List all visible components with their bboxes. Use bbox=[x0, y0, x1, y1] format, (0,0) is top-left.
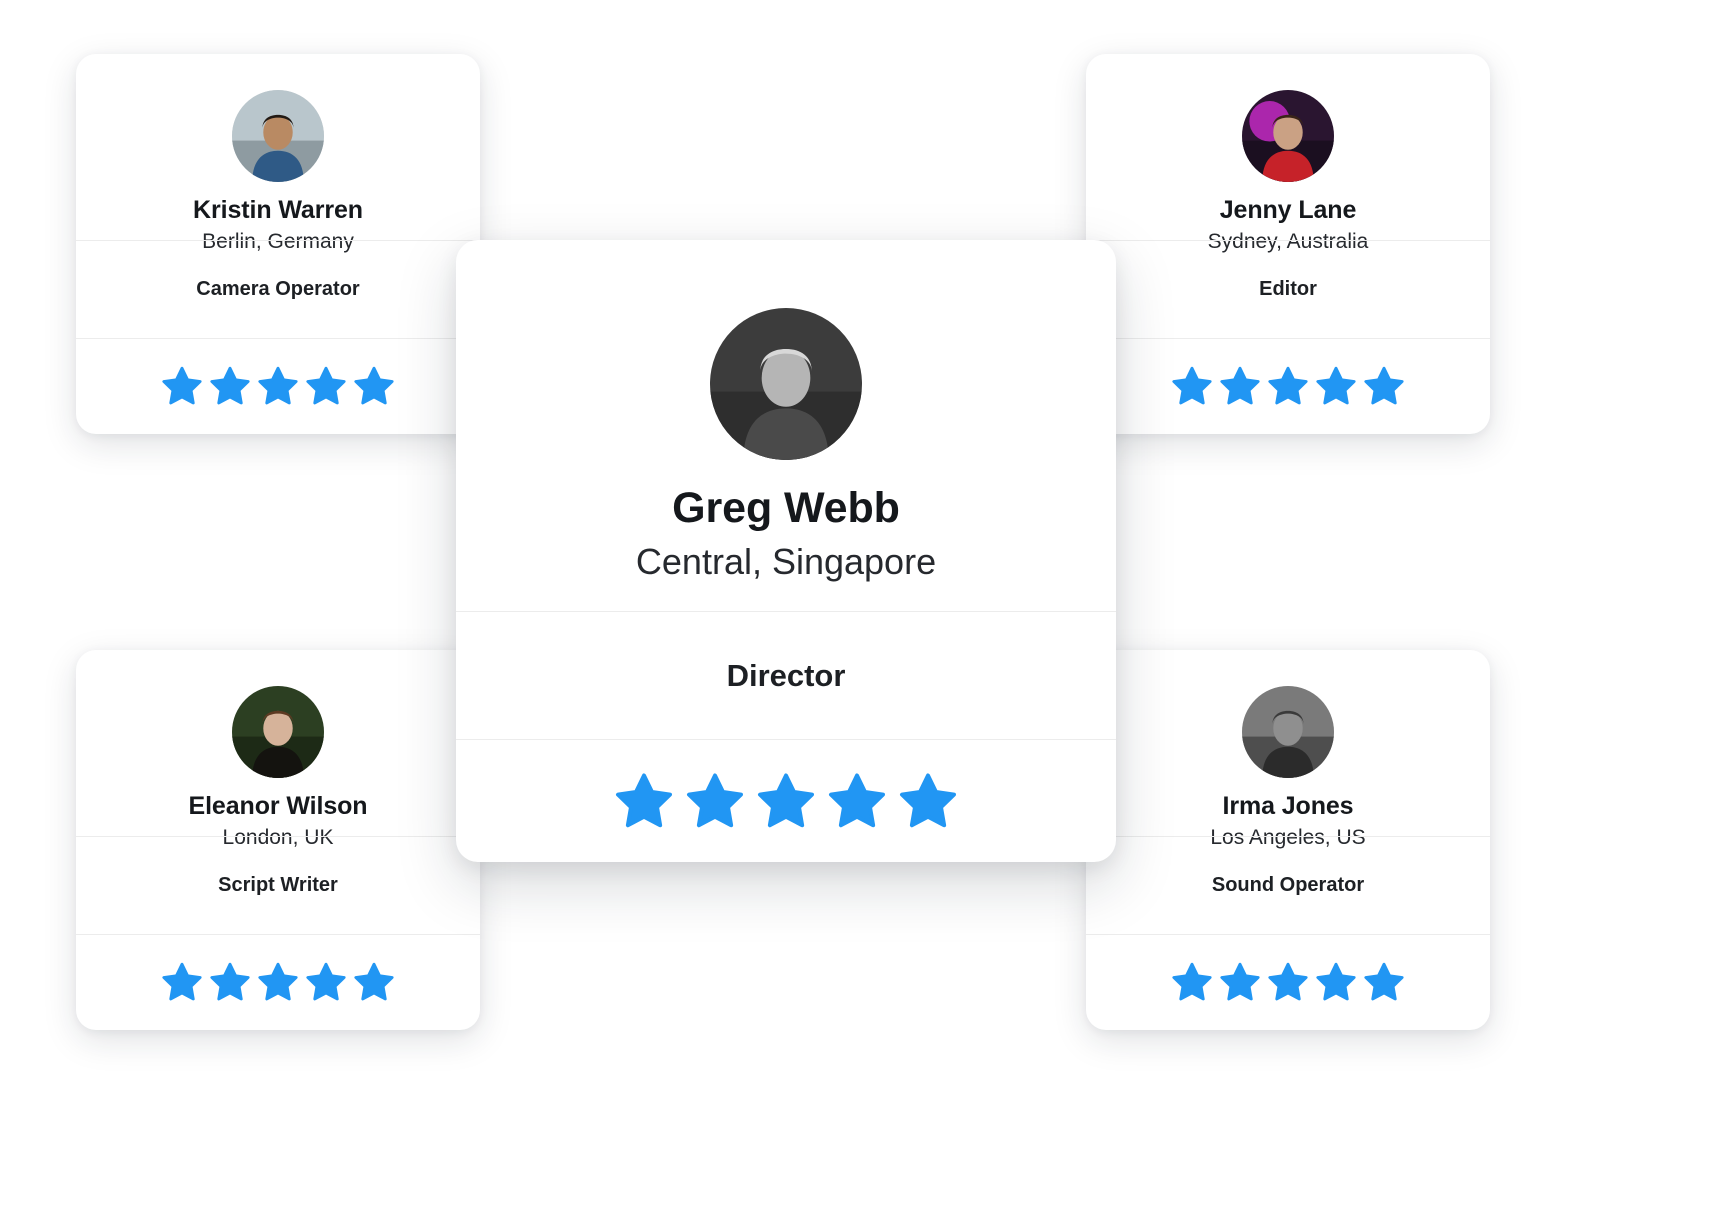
card-header: Greg Webb Central, Singapore bbox=[456, 240, 1116, 611]
star-filled-icon[interactable] bbox=[257, 961, 299, 1003]
person-role: Script Writer bbox=[218, 873, 338, 896]
person-role: Sound Operator bbox=[1211, 873, 1365, 896]
star-filled-icon[interactable] bbox=[353, 961, 395, 1003]
star-filled-icon[interactable] bbox=[305, 961, 347, 1003]
avatar-photo bbox=[232, 686, 324, 778]
person-role: Editor bbox=[1259, 277, 1317, 300]
rating-stars[interactable] bbox=[76, 935, 480, 1031]
star-filled-icon[interactable] bbox=[1219, 961, 1261, 1003]
avatar-photo bbox=[1242, 90, 1334, 182]
avatar-photo bbox=[1242, 686, 1334, 778]
role-row: Editor bbox=[1086, 241, 1490, 338]
profile-card-eleanor-wilson[interactable]: Eleanor Wilson London, UK Script Writer bbox=[76, 650, 480, 1030]
person-name: Eleanor Wilson bbox=[188, 792, 368, 820]
rating-stars[interactable] bbox=[76, 339, 480, 435]
star-filled-icon[interactable] bbox=[1363, 961, 1405, 1003]
role-row: Script Writer bbox=[76, 837, 480, 934]
star-filled-icon[interactable] bbox=[209, 961, 251, 1003]
avatar bbox=[232, 686, 324, 778]
card-header: Eleanor Wilson London, UK bbox=[76, 650, 480, 849]
avatar bbox=[710, 308, 862, 460]
avatar bbox=[232, 90, 324, 182]
avatar-photo bbox=[710, 308, 862, 460]
person-name: Greg Webb bbox=[672, 484, 900, 532]
star-filled-icon[interactable] bbox=[1267, 365, 1309, 407]
star-filled-icon[interactable] bbox=[209, 365, 251, 407]
person-name: Kristin Warren bbox=[193, 196, 363, 224]
person-location: Central, Singapore bbox=[635, 541, 937, 582]
person-role: Director bbox=[726, 657, 846, 693]
role-row: Camera Operator bbox=[76, 241, 480, 338]
star-filled-icon[interactable] bbox=[1267, 961, 1309, 1003]
star-filled-icon[interactable] bbox=[305, 365, 347, 407]
rating-stars[interactable] bbox=[456, 740, 1116, 862]
star-filled-icon[interactable] bbox=[161, 365, 203, 407]
avatar-photo bbox=[232, 90, 324, 182]
star-filled-icon[interactable] bbox=[1315, 365, 1357, 407]
star-filled-icon[interactable] bbox=[1171, 961, 1213, 1003]
star-filled-icon[interactable] bbox=[827, 771, 887, 831]
profile-card-irma-jones[interactable]: Irma Jones Los Angeles, US Sound Operato… bbox=[1086, 650, 1490, 1030]
star-filled-icon[interactable] bbox=[1219, 365, 1261, 407]
rating-stars[interactable] bbox=[1086, 935, 1490, 1031]
star-filled-icon[interactable] bbox=[614, 771, 674, 831]
rating-stars[interactable] bbox=[1086, 339, 1490, 435]
card-header: Jenny Lane Sydney, Australia bbox=[1086, 54, 1490, 253]
star-filled-icon[interactable] bbox=[756, 771, 816, 831]
star-filled-icon[interactable] bbox=[685, 771, 745, 831]
card-header: Kristin Warren Berlin, Germany bbox=[76, 54, 480, 253]
person-role: Camera Operator bbox=[196, 277, 360, 300]
star-filled-icon[interactable] bbox=[1171, 365, 1213, 407]
star-filled-icon[interactable] bbox=[898, 771, 958, 831]
person-name: Jenny Lane bbox=[1219, 196, 1357, 224]
star-filled-icon[interactable] bbox=[161, 961, 203, 1003]
star-filled-icon[interactable] bbox=[257, 365, 299, 407]
role-row: Director bbox=[456, 612, 1116, 739]
card-header: Irma Jones Los Angeles, US bbox=[1086, 650, 1490, 849]
role-row: Sound Operator bbox=[1086, 837, 1490, 934]
star-filled-icon[interactable] bbox=[1363, 365, 1405, 407]
star-filled-icon[interactable] bbox=[1315, 961, 1357, 1003]
person-name: Irma Jones bbox=[1222, 792, 1354, 820]
star-filled-icon[interactable] bbox=[353, 365, 395, 407]
profile-card-board: Kristin Warren Berlin, Germany Camera Op… bbox=[0, 0, 1728, 1221]
profile-card-kristin-warren[interactable]: Kristin Warren Berlin, Germany Camera Op… bbox=[76, 54, 480, 434]
profile-card-greg-webb-featured[interactable]: Greg Webb Central, Singapore Director bbox=[456, 240, 1116, 862]
profile-card-jenny-lane[interactable]: Jenny Lane Sydney, Australia Editor bbox=[1086, 54, 1490, 434]
avatar bbox=[1242, 686, 1334, 778]
avatar bbox=[1242, 90, 1334, 182]
